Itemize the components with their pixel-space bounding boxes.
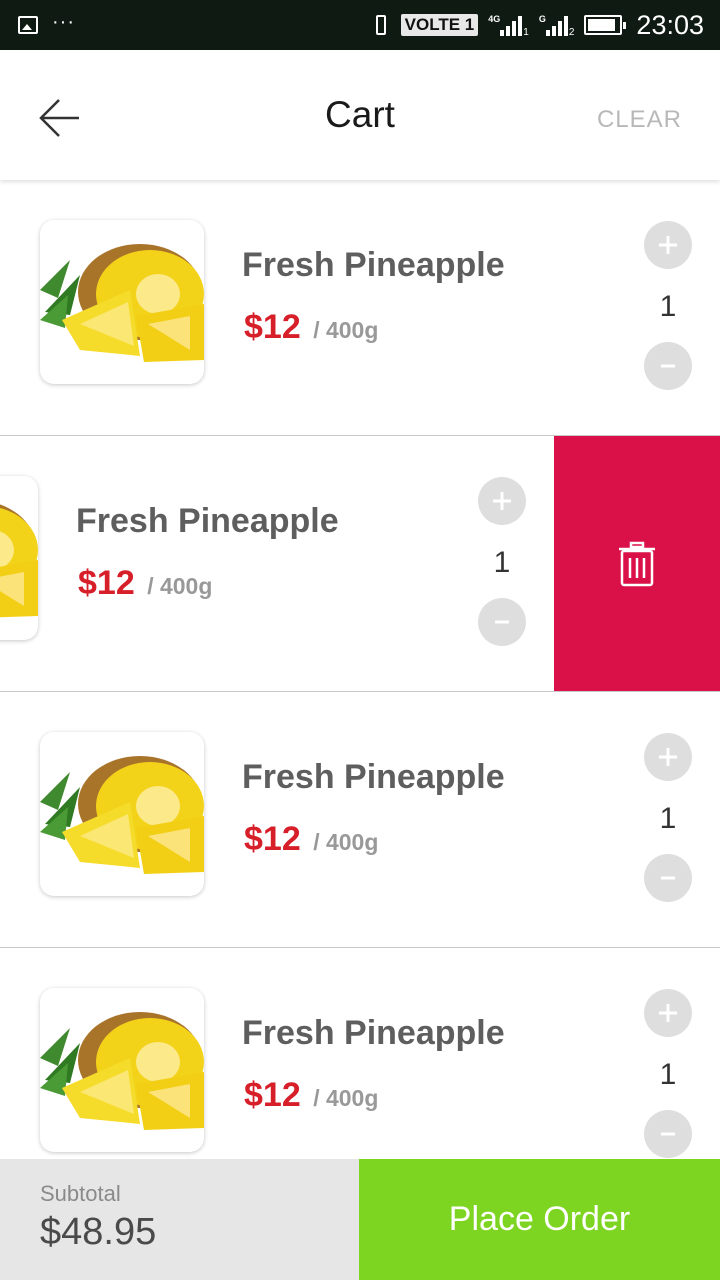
cart-item: Fresh Pineapple $12 / 400g 1 — [0, 692, 720, 948]
sim1-label: 1 — [523, 27, 529, 38]
product-name: Fresh Pineapple — [76, 502, 339, 540]
network-type-sim1: 4G — [488, 14, 501, 24]
price-line: $12 / 400g — [78, 564, 212, 603]
battery-icon — [584, 15, 627, 35]
place-order-button[interactable]: Place Order — [359, 1159, 720, 1280]
quantity-value: 1 — [659, 802, 677, 835]
minus-icon — [661, 1132, 675, 1136]
quantity-value: 1 — [493, 546, 511, 579]
price-line: $12 / 400g — [244, 820, 378, 859]
decrease-quantity-button[interactable] — [644, 1110, 692, 1158]
checkout-bar: Subtotal $48.95 Place Order — [0, 1159, 720, 1280]
pineapple-image — [40, 756, 204, 874]
increase-quantity-button[interactable] — [644, 989, 692, 1037]
vibrate-icon — [371, 14, 391, 36]
decrease-quantity-button[interactable] — [644, 342, 692, 390]
minus-icon — [495, 620, 509, 624]
product-unit: / 400g — [313, 317, 379, 343]
status-bar: ··· VOLTE 1 4G 1 G 2 23:03 — [0, 0, 720, 50]
clock: 23:03 — [636, 9, 704, 40]
clear-button[interactable]: CLEAR — [597, 106, 682, 134]
cart-list: Fresh Pineapple $12 / 400g 1 Fresh Pinea… — [0, 180, 720, 1204]
subtotal-value: $48.95 — [40, 1211, 157, 1253]
plus-icon — [659, 236, 677, 254]
signal-sim2-icon: G 2 — [538, 14, 575, 38]
price-line: $12 / 400g — [244, 308, 378, 347]
increase-quantity-button[interactable] — [644, 221, 692, 269]
product-name: Fresh Pineapple — [242, 246, 505, 284]
product-price: $12 — [244, 308, 301, 346]
subtotal-label: Subtotal — [40, 1181, 121, 1206]
price-line: $12 / 400g — [244, 1076, 378, 1115]
system-indicators: VOLTE 1 4G 1 G 2 23:03 — [371, 10, 704, 41]
product-name: Fresh Pineapple — [242, 758, 505, 796]
product-image[interactable] — [40, 220, 204, 384]
pineapple-image — [40, 1012, 204, 1130]
product-unit: / 400g — [313, 1085, 379, 1111]
signal-sim1-icon: 4G 1 — [488, 14, 529, 38]
delete-item-button[interactable] — [554, 436, 720, 691]
product-price: $12 — [244, 820, 301, 858]
product-image[interactable] — [40, 732, 204, 896]
sim2-label: 2 — [568, 27, 575, 38]
minus-icon — [661, 364, 675, 368]
product-name: Fresh Pineapple — [242, 1014, 505, 1052]
battery-level — [588, 19, 616, 31]
pineapple-image — [0, 504, 38, 618]
increase-quantity-button[interactable] — [478, 477, 526, 525]
quantity-value: 1 — [659, 290, 677, 323]
product-unit: / 400g — [147, 573, 213, 599]
volte-badge: VOLTE 1 — [400, 14, 479, 36]
quantity-value: 1 — [659, 1058, 677, 1091]
product-image[interactable] — [0, 476, 38, 640]
pineapple-image — [40, 244, 204, 362]
increase-quantity-button[interactable] — [644, 733, 692, 781]
plus-icon — [659, 748, 677, 766]
minus-icon — [661, 876, 675, 880]
app-bar: Cart CLEAR — [0, 50, 720, 180]
plus-icon — [493, 492, 511, 510]
more-notifications-icon: ··· — [52, 11, 75, 33]
plus-icon — [659, 1004, 677, 1022]
decrease-quantity-button[interactable] — [478, 598, 526, 646]
cart-item-swiped[interactable]: Fresh Pineapple $12 / 400g 1 — [0, 436, 720, 692]
product-price: $12 — [78, 564, 135, 602]
notification-area: ··· — [18, 12, 371, 34]
cart-item: Fresh Pineapple $12 / 400g 1 — [0, 180, 720, 436]
product-unit: / 400g — [313, 829, 379, 855]
network-type-sim2: G — [538, 14, 546, 24]
decrease-quantity-button[interactable] — [644, 854, 692, 902]
trash-icon — [619, 541, 655, 587]
image-notification-icon — [18, 16, 38, 34]
subtotal-box: Subtotal $48.95 — [0, 1159, 359, 1280]
product-image[interactable] — [40, 988, 204, 1152]
product-price: $12 — [244, 1076, 301, 1114]
